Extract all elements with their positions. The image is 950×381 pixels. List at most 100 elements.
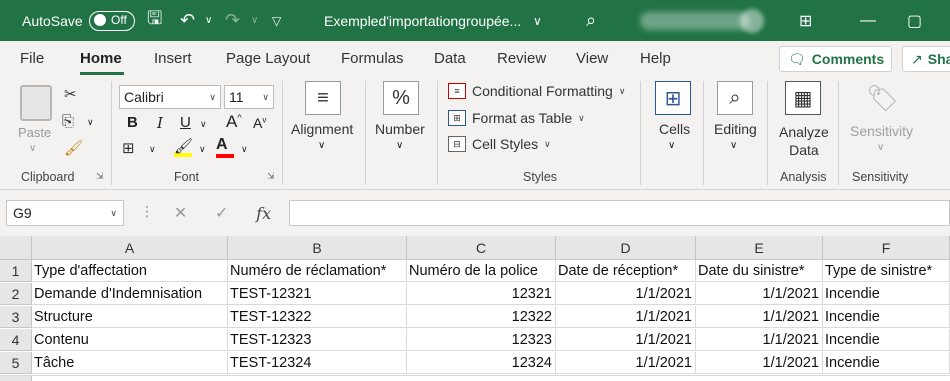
table-cell[interactable]: 1/1/2021 <box>556 352 696 374</box>
row-header[interactable]: 2 <box>0 283 32 305</box>
tab-file[interactable]: File <box>20 50 44 67</box>
table-cell[interactable]: 1/1/2021 <box>696 352 823 374</box>
minimize-icon[interactable]: — <box>860 0 876 41</box>
tab-help[interactable]: Help <box>640 50 671 67</box>
paste-icon[interactable] <box>20 85 52 121</box>
chevron-down-icon[interactable]: ∨ <box>396 140 403 151</box>
number-button-label[interactable]: Number <box>375 121 425 137</box>
conditional-formatting-button[interactable]: ≡ Conditional Formatting ∨ <box>448 83 625 99</box>
row-header[interactable]: 1 <box>0 260 32 282</box>
table-cell[interactable]: Incendie <box>823 329 950 351</box>
alignment-button-label[interactable]: Alignment <box>291 121 353 137</box>
table-cell[interactable]: TEST-12324 <box>228 352 407 374</box>
table-cell[interactable]: 1/1/2021 <box>556 329 696 351</box>
font-color-icon[interactable]: A <box>216 136 234 158</box>
table-cell[interactable]: Structure <box>32 306 228 328</box>
chevron-down-icon[interactable]: ∨ <box>533 0 542 41</box>
table-cell[interactable]: 1/1/2021 <box>696 306 823 328</box>
table-cell[interactable]: Incendie <box>823 352 950 374</box>
table-cell[interactable]: Incendie <box>823 283 950 305</box>
table-cell[interactable]: 1/1/2021 <box>556 306 696 328</box>
table-cell[interactable]: 1/1/2021 <box>696 283 823 305</box>
tab-review[interactable]: Review <box>497 50 546 67</box>
enter-icon[interactable]: ✓ <box>215 203 228 223</box>
share-button[interactable]: ↗ Sha <box>902 46 950 72</box>
ribbon-display-icon[interactable]: ⊞ <box>799 0 812 41</box>
user-name[interactable] <box>640 0 750 41</box>
column-header[interactable]: B <box>228 236 407 260</box>
search-icon[interactable]: ⌕ <box>586 0 596 41</box>
font-size-select[interactable]: 11 ∨ <box>224 85 274 109</box>
chevron-down-icon[interactable]: ∨ <box>318 140 325 151</box>
table-cell[interactable]: 1/1/2021 <box>556 283 696 305</box>
chevron-down-icon[interactable]: ∨ <box>200 119 207 130</box>
copy-icon[interactable]: ⎘ <box>62 113 74 130</box>
maximize-icon[interactable]: ▢ <box>907 0 922 41</box>
cancel-icon[interactable]: ✕ <box>174 203 187 223</box>
table-cell[interactable]: Tâche <box>32 352 228 374</box>
table-cell[interactable]: Numéro de la police <box>407 260 556 282</box>
paste-button-label[interactable]: Paste <box>18 125 51 140</box>
insert-function-icon[interactable]: fx <box>256 204 271 223</box>
fill-color-icon[interactable]: 🖌 <box>174 137 193 157</box>
cell-styles-button[interactable]: ⊟ Cell Styles ∨ <box>448 136 551 152</box>
table-cell[interactable]: Incendie <box>823 306 950 328</box>
document-title[interactable]: Exempled'importationgroupée... <box>324 0 521 41</box>
alignment-icon[interactable]: ≡ <box>305 81 341 115</box>
row-header[interactable]: 4 <box>0 329 32 351</box>
chevron-down-icon[interactable]: ∨ <box>87 117 94 128</box>
tab-data[interactable]: Data <box>434 50 466 67</box>
formula-bar-splitter[interactable]: ⋮ <box>140 203 154 220</box>
underline-button[interactable]: U <box>180 114 191 131</box>
customize-qat-icon[interactable]: ▽ <box>272 0 281 41</box>
row-header[interactable]: 5 <box>0 352 32 374</box>
table-cell[interactable]: Demande d'Indemnisation <box>32 283 228 305</box>
table-cell[interactable]: Date de réception* <box>556 260 696 282</box>
font-name-select[interactable]: Calibri ∨ <box>119 85 221 109</box>
column-header[interactable]: E <box>696 236 823 260</box>
number-format-icon[interactable]: % <box>383 81 419 115</box>
tab-view[interactable]: View <box>576 50 608 67</box>
chevron-down-icon[interactable]: ∨ <box>199 144 206 155</box>
editing-icon[interactable]: ⌕ <box>717 81 753 115</box>
cells-icon[interactable]: ⊞ <box>655 81 691 115</box>
format-painter-icon[interactable]: 🖌 <box>64 139 83 157</box>
table-cell[interactable]: TEST-12323 <box>228 329 407 351</box>
chevron-down-icon[interactable]: ∨ <box>241 144 248 155</box>
chevron-down-icon[interactable]: ∨ <box>730 140 737 151</box>
format-as-table-button[interactable]: ⊞ Format as Table ∨ <box>448 110 585 126</box>
select-all-corner[interactable] <box>0 236 32 260</box>
dialog-launcher-icon[interactable]: ⇲ <box>267 171 275 182</box>
chevron-down-icon[interactable]: ∨ <box>149 144 156 155</box>
tab-insert[interactable]: Insert <box>154 50 192 67</box>
tab-home[interactable]: Home <box>80 50 122 67</box>
table-cell[interactable]: Type d'affectation <box>32 260 228 282</box>
autosave-toggle[interactable]: Off <box>89 0 135 41</box>
table-cell[interactable]: Contenu <box>32 329 228 351</box>
editing-button-label[interactable]: Editing <box>714 121 757 137</box>
table-cell[interactable]: 12322 <box>407 306 556 328</box>
decrease-font-button[interactable]: Av <box>253 115 266 131</box>
bold-button[interactable]: B <box>127 114 138 131</box>
undo-dropdown-icon[interactable]: ∨ <box>205 0 212 41</box>
formula-input[interactable] <box>289 200 950 226</box>
table-cell[interactable]: TEST-12322 <box>228 306 407 328</box>
cells-button-label[interactable]: Cells <box>659 121 690 137</box>
table-row[interactable] <box>0 375 950 381</box>
row-header[interactable]: 3 <box>0 306 32 328</box>
name-box[interactable]: G9 ∨ <box>6 200 124 226</box>
borders-icon[interactable]: ⊞ <box>122 139 135 157</box>
column-header[interactable]: D <box>556 236 696 260</box>
cut-icon[interactable]: ✂ <box>64 85 77 103</box>
redo-icon[interactable]: ↷ <box>225 0 240 41</box>
redo-dropdown-icon[interactable]: ∨ <box>251 0 258 41</box>
table-cell[interactable]: 1/1/2021 <box>696 329 823 351</box>
tab-page-layout[interactable]: Page Layout <box>226 50 310 67</box>
table-cell[interactable]: TEST-12321 <box>228 283 407 305</box>
undo-icon[interactable]: ↶ <box>180 0 195 41</box>
sensitivity-button-label[interactable]: Sensitivity <box>850 123 913 139</box>
table-cell[interactable]: Numéro de réclamation* <box>228 260 407 282</box>
tab-formulas[interactable]: Formulas <box>341 50 404 67</box>
chevron-down-icon[interactable]: ∨ <box>668 140 675 151</box>
table-cell[interactable]: 12323 <box>407 329 556 351</box>
